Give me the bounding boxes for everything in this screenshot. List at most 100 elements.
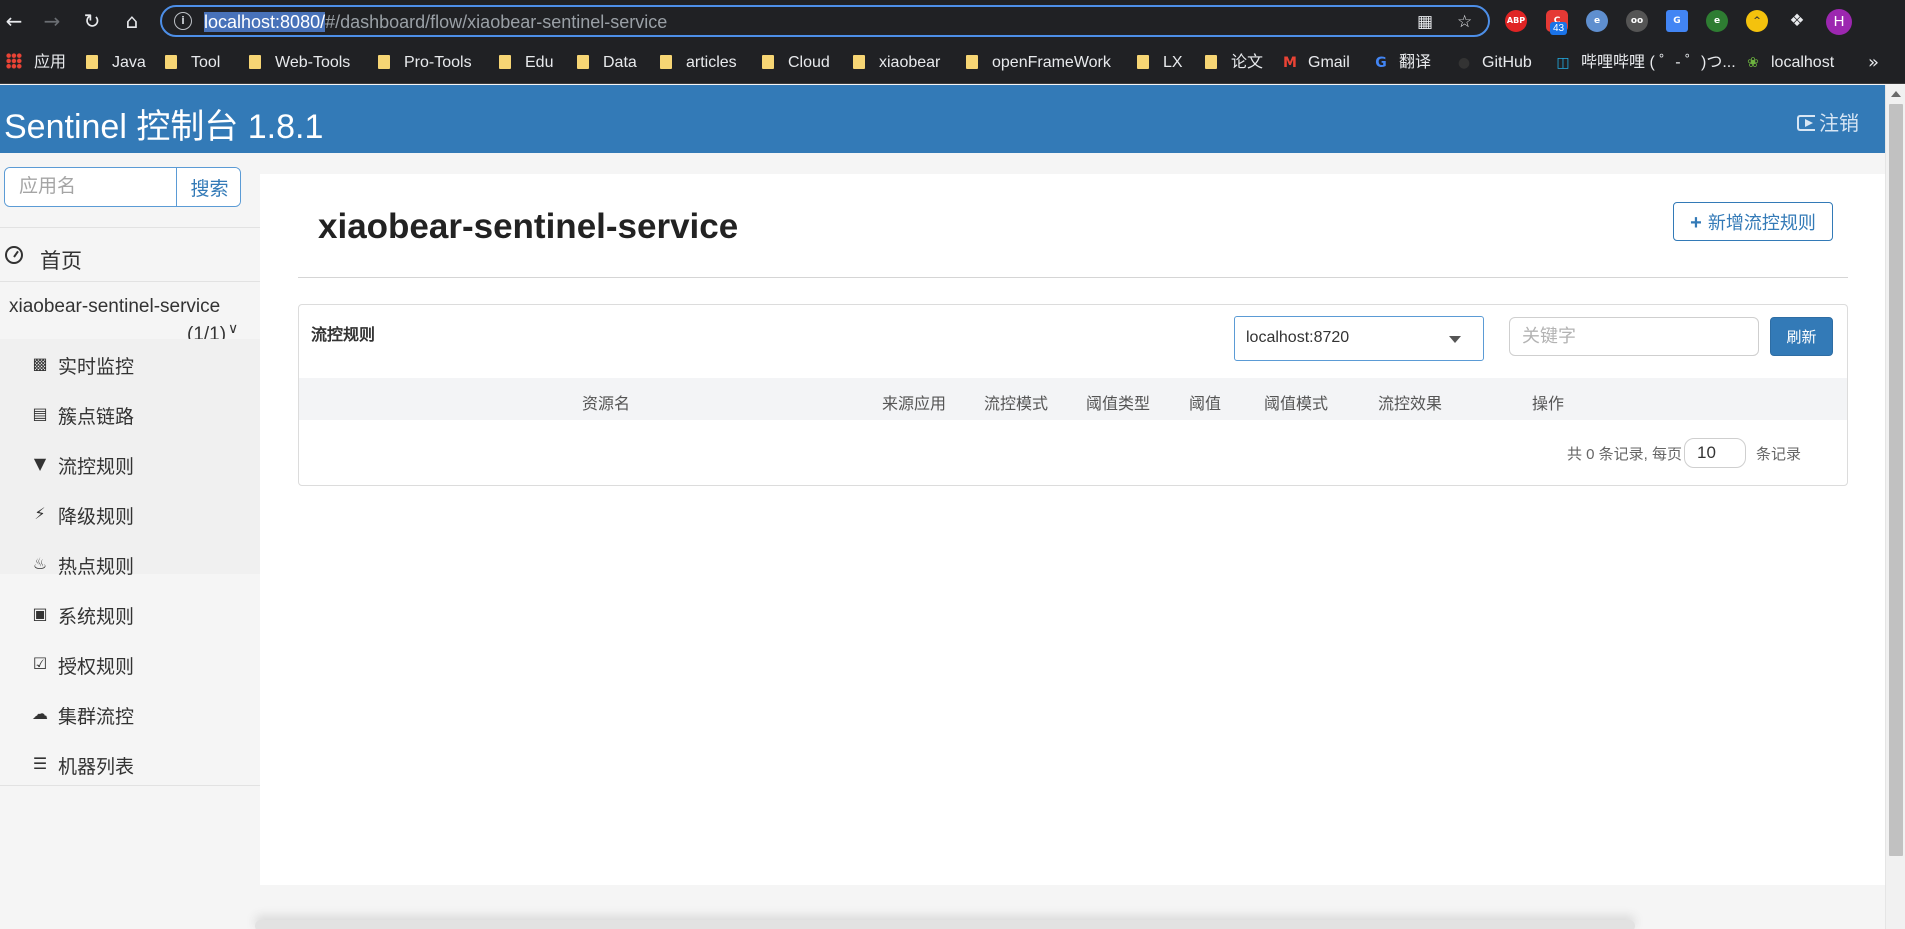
sidebar-item-system-rules[interactable]: ▣ 系统规则 bbox=[0, 589, 260, 639]
app-search-input[interactable] bbox=[5, 168, 176, 206]
github-icon: ● bbox=[1457, 55, 1471, 71]
extension-ie-icon[interactable]: e bbox=[1706, 10, 1728, 32]
caret-down-icon bbox=[1449, 336, 1461, 343]
adblock-icon[interactable]: ABP bbox=[1505, 10, 1527, 32]
apps-grid-icon bbox=[6, 53, 22, 69]
extension-glasses-icon[interactable]: oo bbox=[1626, 10, 1648, 32]
profile-avatar[interactable]: H bbox=[1826, 9, 1852, 35]
forward-icon[interactable]: → bbox=[40, 9, 64, 33]
url-text[interactable]: localhost:8080/#/dashboard/flow/xiaobear… bbox=[204, 12, 667, 33]
brand-title[interactable]: Sentinel 控制台 1.8.1 bbox=[4, 99, 323, 148]
folder-icon bbox=[762, 55, 774, 69]
extension-pikachu-icon[interactable]: ^ bbox=[1746, 10, 1768, 32]
bookmark-folder-edu[interactable]: Edu bbox=[499, 53, 553, 73]
extension-e-icon[interactable]: e bbox=[1586, 10, 1608, 32]
folder-icon bbox=[966, 55, 978, 69]
refresh-button[interactable]: 刷新 bbox=[1770, 317, 1833, 356]
folder-icon bbox=[499, 55, 511, 69]
column-header-resource[interactable]: 资源名 bbox=[582, 390, 630, 414]
app-menu: ▩ 实时监控 ▤ 簇点链路 ▼ 流控规则 ⚡ 降级规则 ♨ 热点规则 ▣ 系统规… bbox=[0, 339, 260, 778]
folder-icon bbox=[249, 55, 261, 69]
sidebar-divider bbox=[0, 227, 260, 228]
sidebar-item-home[interactable]: 首页 bbox=[0, 233, 260, 281]
bookmark-github[interactable]: ● GitHub bbox=[1456, 53, 1532, 73]
sidebar-item-label: 热点规则 bbox=[58, 557, 135, 578]
column-header-source-app[interactable]: 来源应用 bbox=[882, 390, 946, 414]
sidebar-item-cluster-point[interactable]: ▤ 簇点链路 bbox=[0, 389, 260, 439]
bookmark-folder-tool[interactable]: Tool bbox=[165, 53, 220, 73]
logout-link[interactable]: 注销 bbox=[1797, 107, 1859, 136]
bookmark-folder-xiaobear[interactable]: xiaobear bbox=[853, 53, 940, 73]
footer-shadow bbox=[255, 920, 1635, 929]
browser-toolbar: ← → ↻ ⌂ i localhost:8080/#/dashboard/flo… bbox=[0, 0, 1905, 42]
sidebar-item-realtime-monitor[interactable]: ▩ 实时监控 bbox=[0, 339, 260, 389]
sidebar-item-label: 实时监控 bbox=[58, 357, 135, 378]
bookmark-label: Pro-Tools bbox=[404, 54, 472, 71]
page-size-input[interactable] bbox=[1684, 438, 1746, 468]
star-icon[interactable]: ☆ bbox=[1457, 12, 1472, 32]
flash-icon: ⚡ bbox=[34, 504, 46, 523]
chevron-down-icon[interactable]: ∨ bbox=[228, 321, 238, 337]
cloud-icon: ☁ bbox=[32, 704, 48, 723]
sidebar-item-machine-list[interactable]: ☰ 机器列表 bbox=[0, 739, 260, 789]
column-header-threshold-mode[interactable]: 阈值模式 bbox=[1264, 390, 1328, 414]
bookmark-folder-cloud[interactable]: Cloud bbox=[762, 53, 830, 73]
bookmark-localhost[interactable]: ❀ localhost bbox=[1745, 53, 1834, 73]
bookmark-folder-java[interactable]: Java bbox=[86, 53, 146, 73]
pager-suffix: 条记录 bbox=[1756, 446, 1802, 463]
app-name[interactable]: xiaobear-sentinel-service bbox=[9, 296, 220, 318]
bookmark-label: Web-Tools bbox=[275, 54, 351, 71]
column-header-threshold[interactable]: 阈值 bbox=[1189, 390, 1221, 414]
home-icon[interactable]: ⌂ bbox=[120, 9, 144, 33]
column-header-control-effect[interactable]: 流控效果 bbox=[1378, 390, 1442, 414]
machine-select[interactable]: localhost:8720 bbox=[1234, 316, 1484, 361]
bookmark-folder-openframework[interactable]: openFrameWork bbox=[966, 53, 1111, 73]
bookmark-translate[interactable]: G 翻译 bbox=[1373, 53, 1431, 73]
bookmark-label: Tool bbox=[191, 54, 221, 71]
bookmark-folder-web-tools[interactable]: Web-Tools bbox=[249, 53, 350, 73]
sidebar-divider bbox=[0, 281, 260, 282]
flow-rules-card: 流控规则 localhost:8720 刷新 资源名 来源应用 流控模式 阈值类… bbox=[298, 304, 1848, 486]
page-scrollbar[interactable] bbox=[1885, 85, 1905, 929]
card-title: 流控规则 bbox=[311, 327, 376, 344]
bookmark-folder-pro-tools[interactable]: Pro-Tools bbox=[378, 53, 472, 73]
site-info-icon[interactable]: i bbox=[174, 12, 192, 30]
reload-icon[interactable]: ↻ bbox=[80, 9, 104, 33]
bookmark-folder-data[interactable]: Data bbox=[577, 53, 637, 73]
bookmark-folder-articles[interactable]: articles bbox=[660, 53, 737, 73]
extensions-puzzle-icon[interactable]: ❖ bbox=[1786, 10, 1808, 32]
bookmark-gmail[interactable]: M Gmail bbox=[1282, 53, 1350, 73]
sidebar-item-hotspot-rules[interactable]: ♨ 热点规则 bbox=[0, 539, 260, 589]
sidebar-item-degrade-rules[interactable]: ⚡ 降级规则 bbox=[0, 489, 260, 539]
scroll-up-icon[interactable] bbox=[1891, 91, 1901, 97]
spring-leaf-icon: ❀ bbox=[1747, 55, 1759, 71]
add-flow-rule-button[interactable]: + 新增流控规则 bbox=[1673, 202, 1833, 241]
sidebar-item-cluster-flow[interactable]: ☁ 集群流控 bbox=[0, 689, 260, 739]
bookmark-apps[interactable]: 应用 bbox=[6, 53, 66, 73]
bookmark-folder-papers[interactable]: 论文 bbox=[1205, 53, 1263, 73]
back-icon[interactable]: ← bbox=[2, 9, 26, 33]
scrollbar-thumb[interactable] bbox=[1889, 104, 1903, 856]
address-bar[interactable]: i localhost:8080/#/dashboard/flow/xiaobe… bbox=[160, 5, 1490, 37]
keyword-search-input[interactable] bbox=[1509, 317, 1759, 356]
column-header-flow-mode[interactable]: 流控模式 bbox=[984, 390, 1048, 414]
plus-icon: + bbox=[1690, 211, 1702, 234]
check-icon: ☑ bbox=[32, 654, 48, 673]
bookmarks-more-icon[interactable]: » bbox=[1868, 52, 1879, 73]
folder-icon bbox=[853, 55, 865, 69]
column-header-threshold-type[interactable]: 阈值类型 bbox=[1086, 390, 1150, 414]
sidebar-item-label: 首页 bbox=[40, 250, 82, 273]
sidebar-item-flow-rules[interactable]: ▼ 流控规则 bbox=[0, 439, 260, 489]
qr-code-icon[interactable]: ▦ bbox=[1417, 12, 1433, 32]
bookmark-bilibili[interactable]: ◫ 哔哩哔哩 ( ゜- ゜)つ... bbox=[1555, 53, 1735, 73]
bookmark-label: GitHub bbox=[1482, 54, 1532, 71]
bookmark-label: Java bbox=[112, 54, 146, 71]
folder-icon bbox=[660, 55, 672, 69]
bookmark-folder-lx[interactable]: LX bbox=[1137, 53, 1183, 73]
table-header: 资源名 来源应用 流控模式 阈值类型 阈值 阈值模式 流控效果 操作 bbox=[299, 378, 1847, 420]
folder-icon bbox=[165, 55, 177, 69]
app-search-group: 搜索 bbox=[4, 167, 241, 207]
search-button[interactable]: 搜索 bbox=[176, 168, 240, 206]
sidebar-item-authority-rules[interactable]: ☑ 授权规则 bbox=[0, 639, 260, 689]
translate-icon[interactable]: G bbox=[1666, 10, 1688, 32]
